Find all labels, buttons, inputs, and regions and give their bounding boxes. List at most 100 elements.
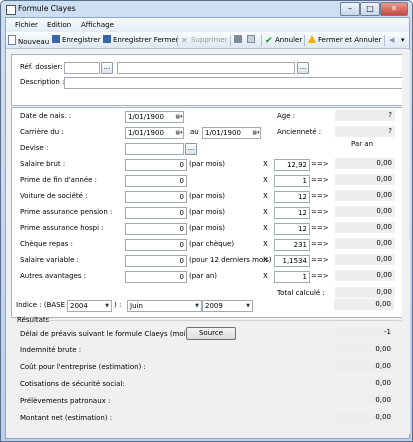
indice-label: Indice : (BASE :: [16, 301, 70, 309]
ref-name-browse-button[interactable]: ...: [297, 62, 309, 74]
row-factor-input[interactable]: 1: [274, 175, 310, 187]
row-unit: (par mois): [189, 208, 225, 216]
devise-input[interactable]: [125, 143, 184, 155]
anciennete-label: Ancienneté :: [277, 128, 322, 136]
maximize-button[interactable]: □: [360, 2, 380, 16]
result-label: Indemnité brute :: [20, 346, 82, 354]
description-label: Description :: [20, 78, 65, 86]
row-value-input[interactable]: 0: [125, 191, 187, 203]
arrow-symbol: ==>: [311, 224, 329, 232]
toolbar-overflow-icon[interactable]: ▾: [401, 35, 405, 46]
ref-code-input[interactable]: [64, 62, 100, 74]
calendar-dropdown-icon[interactable]: ▦▾: [175, 112, 183, 122]
fermer-annuler-label: Fermer et Annuler: [318, 36, 382, 44]
annuler-label: Annuler: [275, 36, 303, 44]
toolbar-separator: [384, 35, 385, 46]
multiply-symbol: X: [263, 256, 268, 264]
warning-icon: [308, 35, 316, 43]
result-label: Coût pour l'entreprise (estimation) :: [20, 363, 146, 371]
row-label: Voiture de société :: [20, 192, 88, 200]
par-an-header: Par an: [351, 140, 374, 148]
ref-code-browse-button[interactable]: ...: [101, 62, 113, 74]
row-factor-input[interactable]: 12: [274, 207, 310, 219]
multiply-symbol: X: [263, 272, 268, 280]
row-unit: (par mois): [189, 192, 225, 200]
main-panel: Date de nais. : 1/01/1900 ▦▾ Age : ? Carr…: [11, 107, 404, 318]
scrollbar[interactable]: [402, 50, 410, 434]
indice-year-select[interactable]: 2009 ▼: [202, 300, 253, 312]
carriere-to-picker[interactable]: 1/01/1900 ▦▾: [202, 127, 261, 139]
result-label: Cotisations de sécurité social:: [20, 380, 125, 388]
check-icon: ✔: [265, 36, 273, 46]
row-result-value: 0,00: [335, 238, 395, 249]
arrow-symbol: ==>: [311, 160, 329, 168]
menu-edition[interactable]: Edition: [47, 21, 71, 29]
multiply-symbol: X: [263, 224, 268, 232]
resultats-divider: [45, 320, 402, 321]
multiply-symbol: X: [263, 192, 268, 200]
devise-browse-button[interactable]: ...: [185, 143, 197, 155]
row-value-input[interactable]: 0: [125, 159, 187, 171]
row-value-input[interactable]: 0: [125, 239, 187, 251]
row-factor-input[interactable]: 1,1534: [274, 255, 310, 267]
source-button[interactable]: Source: [186, 327, 236, 340]
arrow-symbol: ==>: [311, 192, 329, 200]
close-button[interactable]: ✕: [380, 2, 408, 16]
row-value-input[interactable]: 0: [125, 207, 187, 219]
row-factor-input[interactable]: 12: [274, 223, 310, 235]
toolbar-separator: [177, 35, 178, 46]
enregistrer-fermer-button[interactable]: Enregistrer Fermer: [103, 35, 179, 46]
row-factor-input[interactable]: 231: [274, 239, 310, 251]
result-label: Montant net (estimation) :: [20, 414, 113, 422]
result-label: Prélèvements patronaux :: [20, 397, 111, 405]
multiply-symbol: X: [263, 208, 268, 216]
indice-year-value: 2009: [205, 302, 223, 310]
row-factor-input[interactable]: 12,92: [274, 159, 310, 171]
au-label: au: [190, 128, 199, 136]
result-value: 0,00: [334, 361, 394, 372]
supprimer-button[interactable]: ✕ Supprimer: [181, 35, 228, 46]
annuler-button[interactable]: ✔ Annuler: [265, 35, 302, 46]
calendar-dropdown-icon[interactable]: ▦▾: [252, 128, 260, 138]
row-unit: (par an): [189, 272, 218, 280]
row-result-value: 0,00: [335, 174, 395, 185]
row-factor-input[interactable]: 12: [274, 191, 310, 203]
enregistrer-button[interactable]: Enregistrer: [52, 35, 101, 46]
fermer-annuler-button[interactable]: Fermer et Annuler: [308, 35, 381, 46]
minimize-button[interactable]: –: [340, 2, 360, 16]
menu-affichage[interactable]: Affichage: [81, 21, 114, 29]
app-icon: [6, 5, 16, 15]
menu-fichier[interactable]: Fichier: [15, 21, 38, 29]
preavis-label: Délai de préavis suivant le formule Clae…: [20, 330, 197, 338]
row-factor-input[interactable]: 1: [274, 271, 310, 283]
devise-label: Devise :: [20, 144, 49, 152]
carriere-from-picker[interactable]: 1/01/1900 ▦▾: [125, 127, 184, 139]
enregistrer-fermer-label: Enregistrer Fermer: [113, 36, 179, 44]
toolbar: Nouveau Enregistrer Enregistrer Fermer ✕…: [6, 32, 409, 49]
calendar-dropdown-icon[interactable]: ▦▾: [175, 128, 183, 138]
indice-base-select[interactable]: 2004 ▼: [67, 300, 112, 312]
row-result-value: 0,00: [335, 222, 395, 233]
toolbar-separator: [304, 35, 305, 46]
date-naissance-picker[interactable]: 1/01/1900 ▦▾: [125, 111, 184, 123]
nouveau-button[interactable]: Nouveau: [8, 35, 49, 46]
ref-name-input[interactable]: [117, 62, 295, 74]
row-result-value: 0,00: [335, 158, 395, 169]
row-unit: (pour 12 derniers mois): [189, 256, 272, 264]
header-panel: Réf. dossier: ... ... Description :: [11, 54, 404, 106]
menu-bar: Fichier Edition Affichage: [6, 18, 409, 32]
multiply-symbol: X: [263, 176, 268, 184]
print-preview-button[interactable]: [247, 35, 257, 46]
indice-result-value: 0,00: [334, 299, 394, 310]
indice-month-select[interactable]: Juin ▼: [127, 300, 202, 312]
row-value-input[interactable]: 0: [125, 255, 187, 267]
row-result-value: 0,00: [335, 190, 395, 201]
back-icon[interactable]: ◀: [389, 35, 394, 46]
print-button[interactable]: [234, 35, 244, 46]
description-input[interactable]: [64, 77, 403, 89]
row-value-input[interactable]: 0: [125, 223, 187, 235]
row-value-input[interactable]: 0: [125, 175, 187, 187]
row-value-input[interactable]: 0: [125, 271, 187, 283]
date-naissance-label: Date de nais. :: [20, 112, 72, 120]
carriere-from-value: 1/01/1900: [128, 129, 164, 137]
